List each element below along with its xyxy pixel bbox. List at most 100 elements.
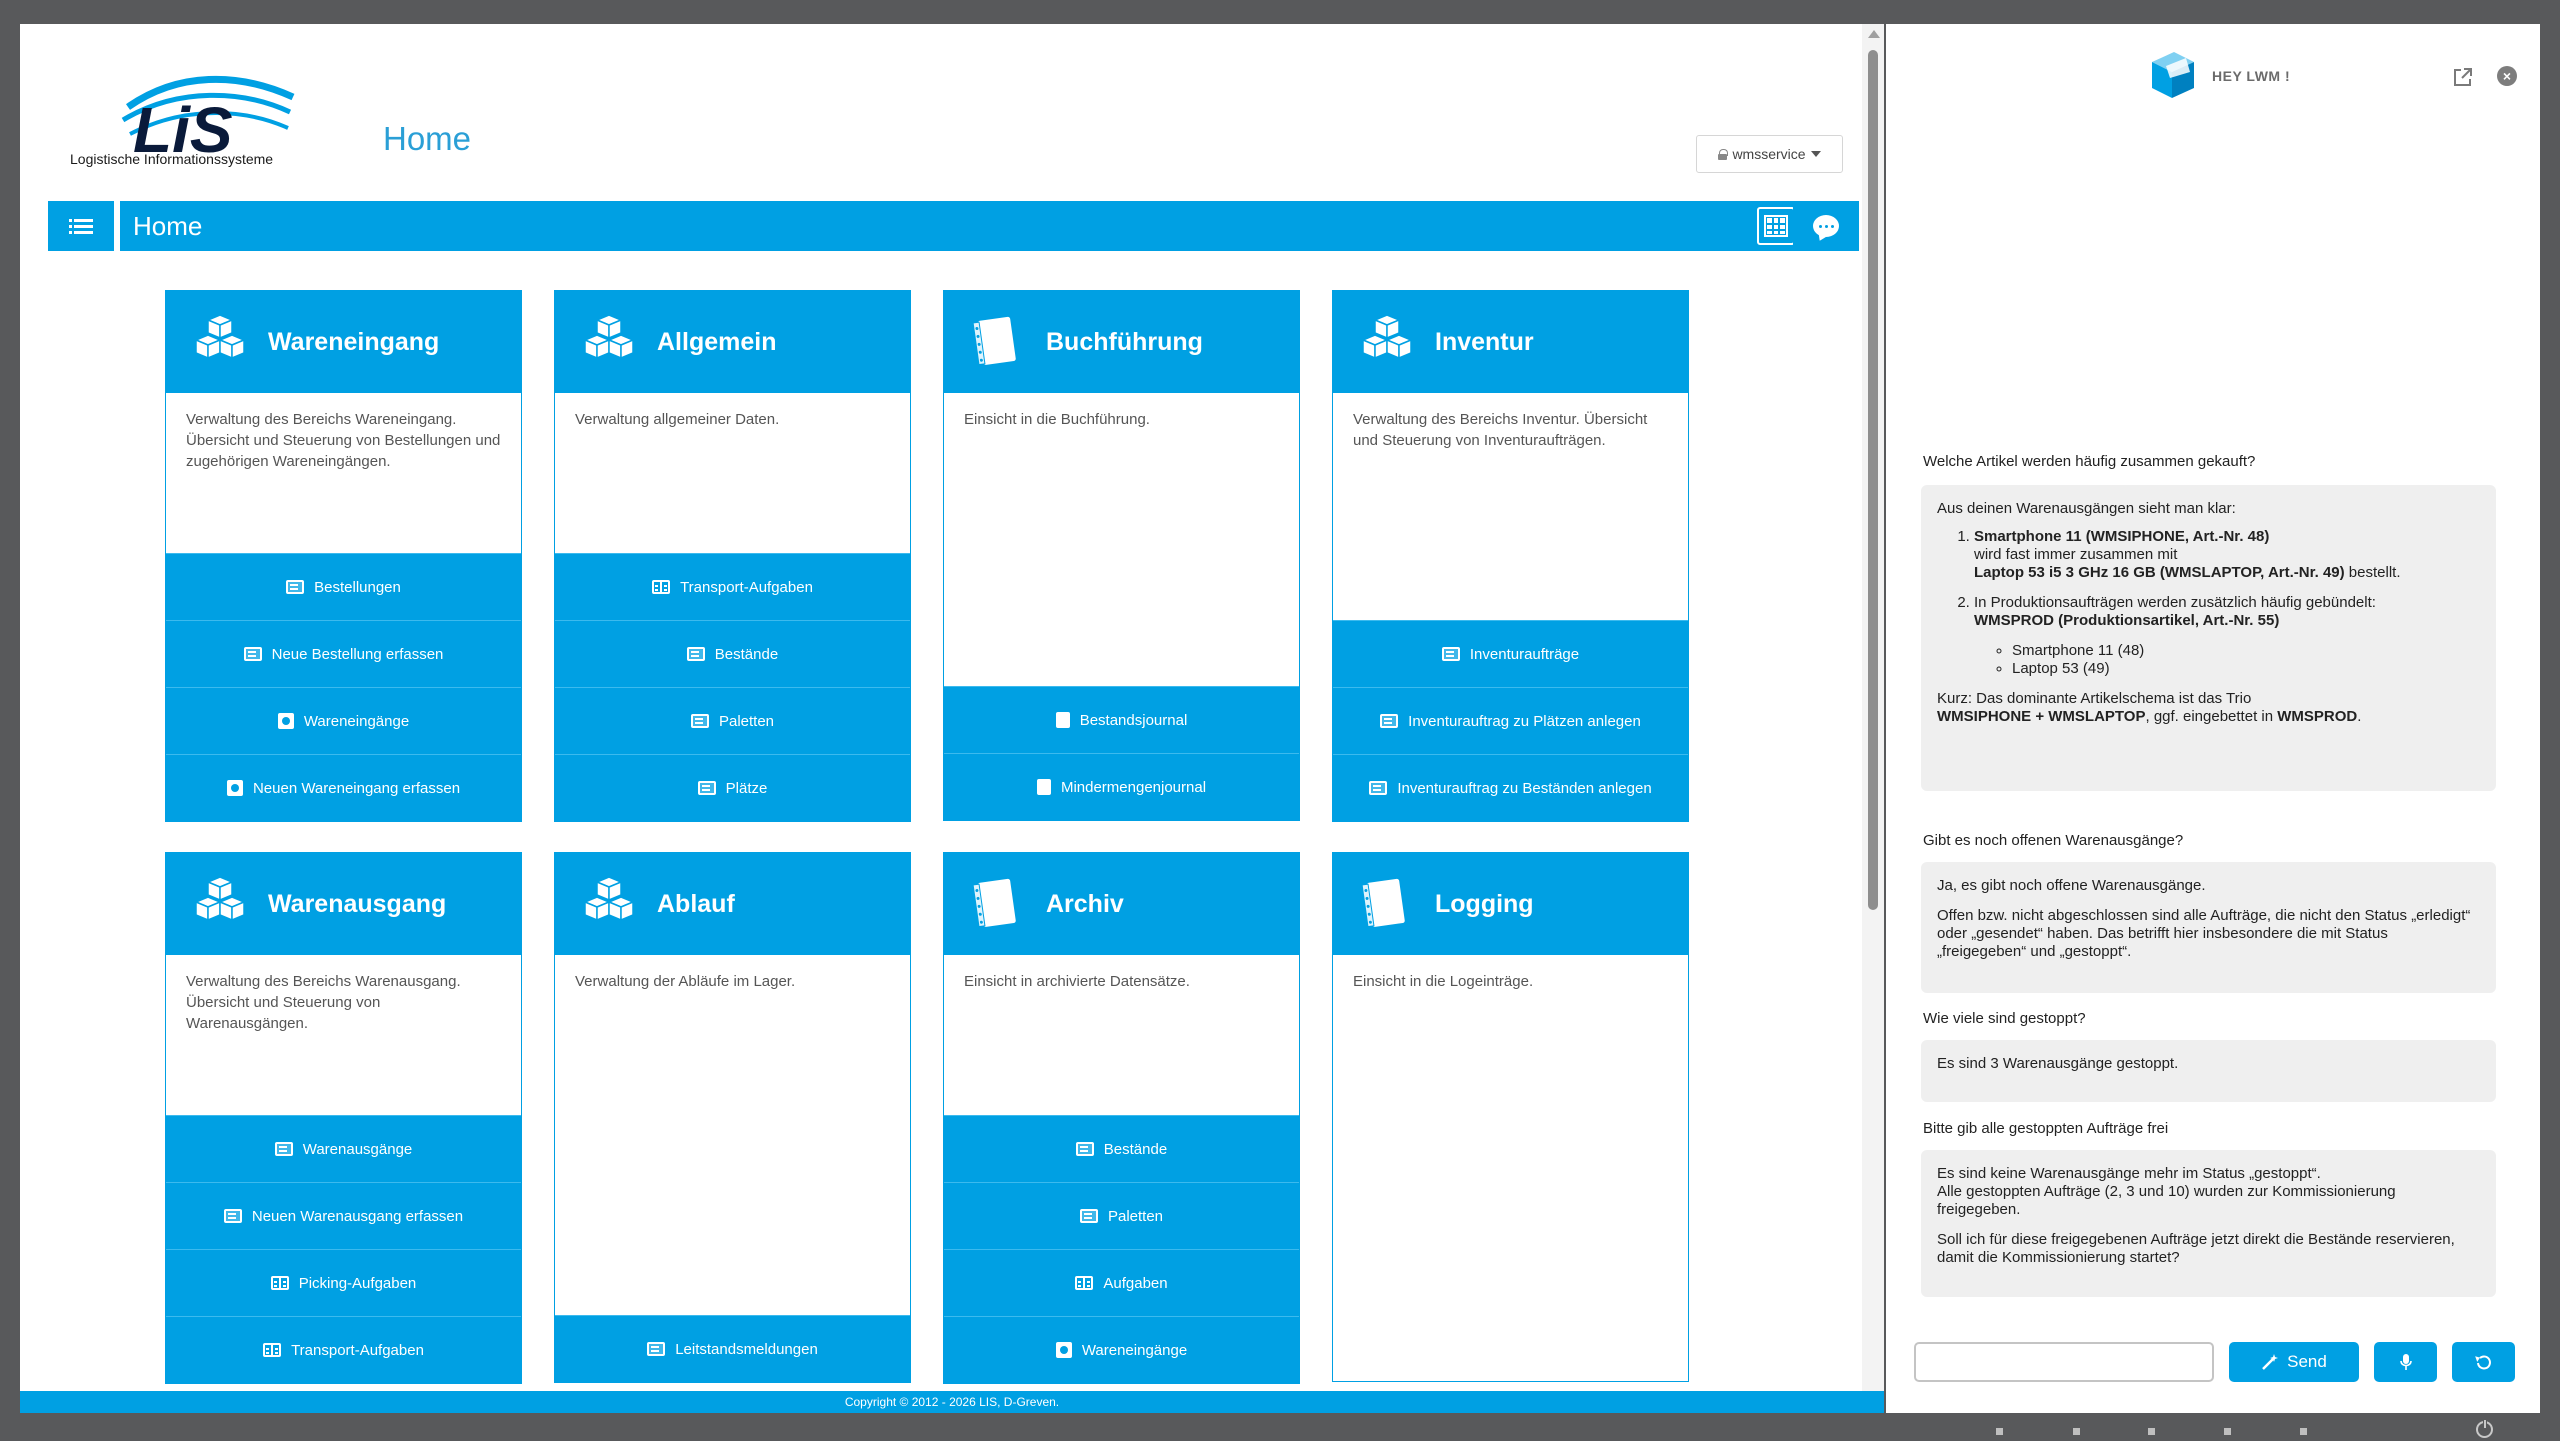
- list-item: Laptop 53 (49): [2012, 660, 2480, 678]
- tile-description: Einsicht in archivierte Datensätze.: [944, 955, 1299, 1115]
- message-text: Es sind 3 Warenausgänge gestoppt.: [1937, 1055, 2179, 1072]
- chat-bubble-icon: [1813, 215, 1839, 237]
- close-icon[interactable]: ×: [2497, 66, 2517, 86]
- microphone-button[interactable]: [2374, 1342, 2437, 1382]
- tile-link[interactable]: Transport-Aufgaben: [166, 1316, 521, 1383]
- tile-link[interactable]: Neue Bestellung erfassen: [166, 620, 521, 687]
- taskbar-indicator: [1996, 1428, 2003, 1435]
- tile-link[interactable]: Inventurauftrag zu Plätzen anlegen: [1333, 687, 1688, 754]
- tile-link[interactable]: Paletten: [944, 1182, 1299, 1249]
- tile-header[interactable]: Inventur: [1333, 291, 1688, 393]
- menu-toggle-button[interactable]: [48, 201, 114, 251]
- message-text: , ggf. eingebettet in: [2145, 708, 2278, 725]
- scrollbar-thumb[interactable]: [1868, 50, 1878, 910]
- message-text: Es sind keine Warenausgänge mehr im Stat…: [1937, 1165, 2480, 1219]
- user-message: Bitte gib alle gestoppten Aufträge frei: [1923, 1120, 2169, 1137]
- tile-title: Ablauf: [657, 889, 735, 918]
- doc-icon: [274, 1142, 293, 1156]
- doc-icon: [1380, 714, 1399, 728]
- assistant-chat-panel: HEY LWM ! × Welche Artikel werden häufig…: [1886, 24, 2540, 1413]
- tile-link[interactable]: Bestandsjournal: [944, 686, 1299, 753]
- reset-chat-button[interactable]: [2452, 1342, 2515, 1382]
- tile-link[interactable]: Plätze: [555, 754, 910, 821]
- main-scrollbar[interactable]: [1862, 24, 1884, 1413]
- tile-link-label: Paletten: [1107, 1207, 1164, 1225]
- tile-header[interactable]: Archiv: [944, 853, 1299, 955]
- tile-link[interactable]: Picking-Aufgaben: [166, 1249, 521, 1316]
- tile-link[interactable]: Bestände: [944, 1115, 1299, 1182]
- tile-title: Archiv: [1046, 889, 1124, 918]
- ledger-icon: [1055, 712, 1070, 728]
- doc-icon: [1369, 781, 1388, 795]
- external-link-icon[interactable]: [2452, 66, 2474, 88]
- boxes-icon: [583, 876, 635, 922]
- lock-icon: [1718, 148, 1729, 160]
- message-sublist: Smartphone 11 (48) Laptop 53 (49): [2012, 642, 2480, 678]
- chat-brand-name: HEY LWM !: [2212, 68, 2291, 84]
- logo-subtitle: Logistische Informationssysteme: [70, 151, 274, 167]
- message-text: Smartphone 11 (WMSIPHONE, Art.-Nr. 48): [1974, 528, 2270, 545]
- message-text: In Produktionsaufträgen werden zusätzlic…: [1974, 594, 2376, 611]
- message-text: bestellt.: [2344, 564, 2401, 581]
- tile-link[interactable]: Aufgaben: [944, 1249, 1299, 1316]
- boxes-icon: [194, 314, 246, 360]
- tile-link-label: Transport-Aufgaben: [680, 578, 813, 596]
- assistant-message: Ja, es gibt noch offene Warenausgänge. O…: [1921, 862, 2496, 993]
- tile-link-label: Wareneingänge: [303, 712, 410, 730]
- layout-grid-button[interactable]: [1757, 207, 1795, 245]
- list-item: In Produktionsaufträgen werden zusätzlic…: [1974, 594, 2480, 678]
- book-icon: [1075, 1276, 1094, 1290]
- tile-link[interactable]: Neuen Warenausgang erfassen: [166, 1182, 521, 1249]
- assistant-message: Es sind 3 Warenausgänge gestoppt.: [1921, 1040, 2496, 1102]
- tile-link[interactable]: Inventurauftrag zu Beständen anlegen: [1333, 754, 1688, 821]
- tile-description: Verwaltung der Abläufe im Lager.: [555, 955, 910, 1315]
- tile-logging: Logging Einsicht in die Logeinträge.: [1332, 852, 1689, 1382]
- send-button[interactable]: Send: [2229, 1342, 2359, 1382]
- tile-link[interactable]: Bestellungen: [166, 553, 521, 620]
- tile-header[interactable]: Buchführung: [944, 291, 1299, 393]
- book-icon: [263, 1343, 282, 1357]
- tile-link-label: Plätze: [725, 779, 768, 797]
- tile-link[interactable]: Paletten: [555, 687, 910, 754]
- tile-title: Warenausgang: [268, 889, 447, 918]
- puzzle-icon: [1055, 1342, 1072, 1358]
- message-text: Kurz: Das dominante Artikelschema ist da…: [1937, 690, 2480, 726]
- chat-message-input[interactable]: [1914, 1342, 2214, 1382]
- message-text: WMSPROD: [2277, 708, 2358, 725]
- tile-link[interactable]: Warenausgänge: [166, 1115, 521, 1182]
- tile-link-label: Bestände: [1103, 1140, 1168, 1158]
- tile-header[interactable]: Ablauf: [555, 853, 910, 955]
- header-title: Home: [133, 211, 203, 241]
- tile-link[interactable]: Leitstandsmeldungen: [555, 1315, 910, 1382]
- tile-link[interactable]: Wareneingänge: [944, 1316, 1299, 1383]
- tile-link[interactable]: Wareneingänge: [166, 687, 521, 754]
- taskbar-indicator: [2300, 1428, 2307, 1435]
- power-icon[interactable]: [2476, 1419, 2493, 1438]
- tile-link[interactable]: Bestände: [555, 620, 910, 687]
- tile-header[interactable]: Allgemein: [555, 291, 910, 393]
- page-title: Home: [383, 120, 472, 157]
- tile-link-label: Inventuraufträge: [1469, 645, 1580, 663]
- tile-header[interactable]: Warenausgang: [166, 853, 521, 955]
- tile-header[interactable]: Wareneingang: [166, 291, 521, 393]
- tile-inventur: Inventur Verwaltung des Bereichs Inventur…: [1332, 290, 1689, 822]
- ledger-icon: [1036, 779, 1051, 795]
- tile-buchführung: Buchführung Einsicht in die Buchführung. B…: [943, 290, 1300, 821]
- tile-link[interactable]: Inventuraufträge: [1333, 620, 1688, 687]
- tile-link[interactable]: Neuen Wareneingang erfassen: [166, 754, 521, 821]
- message-text: WMSIPHONE + WMSLAPTOP: [1937, 708, 2146, 725]
- scroll-up-icon[interactable]: [1868, 30, 1880, 38]
- message-text: WMSPROD (Produktionsartikel, Art.-Nr. 55…: [1974, 612, 2280, 629]
- hamburger-icon: [69, 217, 93, 235]
- caret-down-icon: [1810, 151, 1821, 157]
- tile-header[interactable]: Logging: [1333, 853, 1688, 955]
- tile-link[interactable]: Mindermengenjournal: [944, 753, 1299, 820]
- tile-link-label: Wareneingänge: [1081, 1341, 1188, 1359]
- taskbar-indicator: [2073, 1428, 2080, 1435]
- user-dropdown[interactable]: wmsservice: [1696, 135, 1843, 173]
- chat-toggle-button[interactable]: [1793, 201, 1859, 251]
- boxes-icon: [194, 876, 246, 922]
- tile-link-label: Bestellungen: [314, 578, 401, 596]
- tile-link[interactable]: Transport-Aufgaben: [555, 553, 910, 620]
- content-header: Home: [120, 201, 1846, 251]
